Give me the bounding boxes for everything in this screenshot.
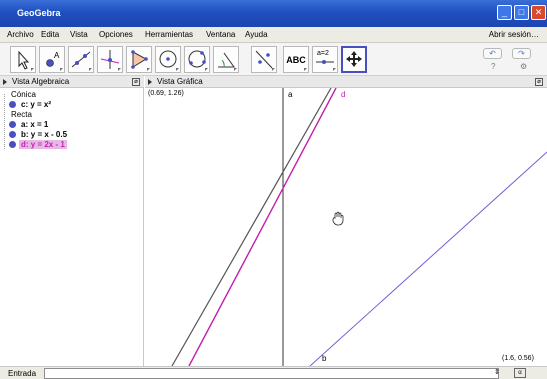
object-c-label: c: y = x² xyxy=(21,100,52,109)
category-conica[interactable]: Cónica xyxy=(11,90,36,99)
text-tool-button[interactable]: ABC xyxy=(283,46,309,73)
menu-archivo[interactable]: Archivo xyxy=(7,30,34,39)
conic-tool-button[interactable] xyxy=(184,46,210,73)
collapse-triangle-icon[interactable] xyxy=(3,79,7,85)
toolbar: A ABC a=2 ↶ ↷ ? ⚙ xyxy=(0,43,547,76)
close-view-icon[interactable]: ⌀ xyxy=(132,78,140,86)
menu-ventana[interactable]: Ventana xyxy=(206,30,235,39)
menu-bar: Archivo Edita Vista Opciones Herramienta… xyxy=(0,27,547,43)
algebra-view: Cónica c: y = x² Recta a: x = 1 b: y = x… xyxy=(0,88,144,366)
tree-line xyxy=(4,94,5,149)
object-d-label: d: y = 2x - 1 xyxy=(19,140,67,149)
graphics-view-header: Vista Gráfica ⌀ xyxy=(145,76,547,88)
reflect-tool-button[interactable] xyxy=(251,46,277,73)
algebra-view-title: Vista Algebraica xyxy=(12,77,70,86)
slider-tool-button[interactable]: a=2 xyxy=(312,46,338,73)
line-d-label: d xyxy=(341,90,346,99)
circle-tool-button[interactable] xyxy=(155,46,181,73)
sign-in-link[interactable]: Abrir sesión… xyxy=(489,30,539,39)
polygon-tool-button[interactable] xyxy=(126,46,152,73)
visibility-dot-icon[interactable] xyxy=(9,131,16,138)
point-tool-button[interactable]: A xyxy=(39,46,65,73)
line-c-branch[interactable] xyxy=(171,88,332,366)
graphics-view-title: Vista Gráfica xyxy=(157,77,203,86)
redo-button[interactable]: ↷ xyxy=(512,48,531,59)
graphics-view[interactable]: (0.69, 1.26) (1.6, 0.56) a d b xyxy=(145,88,547,366)
window-title: GeoGebra xyxy=(17,8,61,18)
line-tool-button[interactable] xyxy=(68,46,94,73)
slider-tool-label: a=2 xyxy=(317,50,329,57)
visibility-dot-icon[interactable] xyxy=(9,141,16,148)
menu-opciones[interactable]: Opciones xyxy=(99,30,133,39)
move-tool-button[interactable] xyxy=(10,46,36,73)
history-arrows-icon[interactable]: ⇕ xyxy=(494,368,500,376)
close-view-icon[interactable]: ⌀ xyxy=(535,78,543,86)
graphics-canvas xyxy=(171,88,547,366)
collapse-triangle-icon[interactable] xyxy=(148,79,152,85)
settings-icon[interactable]: ⚙ xyxy=(520,62,527,71)
line-b-label: b xyxy=(322,354,327,363)
input-bar: Entrada ⇕ α xyxy=(0,366,547,379)
undo-button[interactable]: ↶ xyxy=(483,48,502,59)
menu-vista[interactable]: Vista xyxy=(70,30,88,39)
hand-cursor-icon xyxy=(332,211,344,226)
visibility-dot-icon[interactable] xyxy=(9,101,16,108)
algebra-view-header: Vista Algebraica ⌀ xyxy=(0,76,144,88)
menu-herramientas[interactable]: Herramientas xyxy=(145,30,193,39)
object-a-label: a: x = 1 xyxy=(21,120,49,129)
line-b[interactable] xyxy=(309,151,547,366)
move-graphics-icon xyxy=(346,51,362,67)
visibility-dot-icon[interactable] xyxy=(9,121,16,128)
move-graphics-tool-button[interactable] xyxy=(341,46,367,73)
line-d[interactable] xyxy=(188,88,337,366)
svg-text:A: A xyxy=(54,51,60,60)
perpendicular-tool-button[interactable] xyxy=(97,46,123,73)
menu-edita[interactable]: Edita xyxy=(41,30,59,39)
menu-ayuda[interactable]: Ayuda xyxy=(245,30,268,39)
help-icon[interactable]: ? xyxy=(491,62,495,71)
object-b-label: b: y = x - 0.5 xyxy=(21,130,68,139)
symbol-keyboard-icon[interactable]: α xyxy=(514,368,526,378)
input-field[interactable] xyxy=(44,368,499,379)
maximize-button[interactable]: □ xyxy=(514,5,529,20)
close-button[interactable]: ✕ xyxy=(531,5,546,20)
input-label: Entrada xyxy=(8,369,37,378)
category-recta[interactable]: Recta xyxy=(11,110,32,119)
title-bar: GeoGebra _ □ ✕ xyxy=(0,0,547,27)
text-tool-label: ABC xyxy=(286,55,306,65)
angle-tool-button[interactable] xyxy=(213,46,239,73)
minimize-button[interactable]: _ xyxy=(497,5,512,20)
line-a-label: a xyxy=(288,90,293,99)
